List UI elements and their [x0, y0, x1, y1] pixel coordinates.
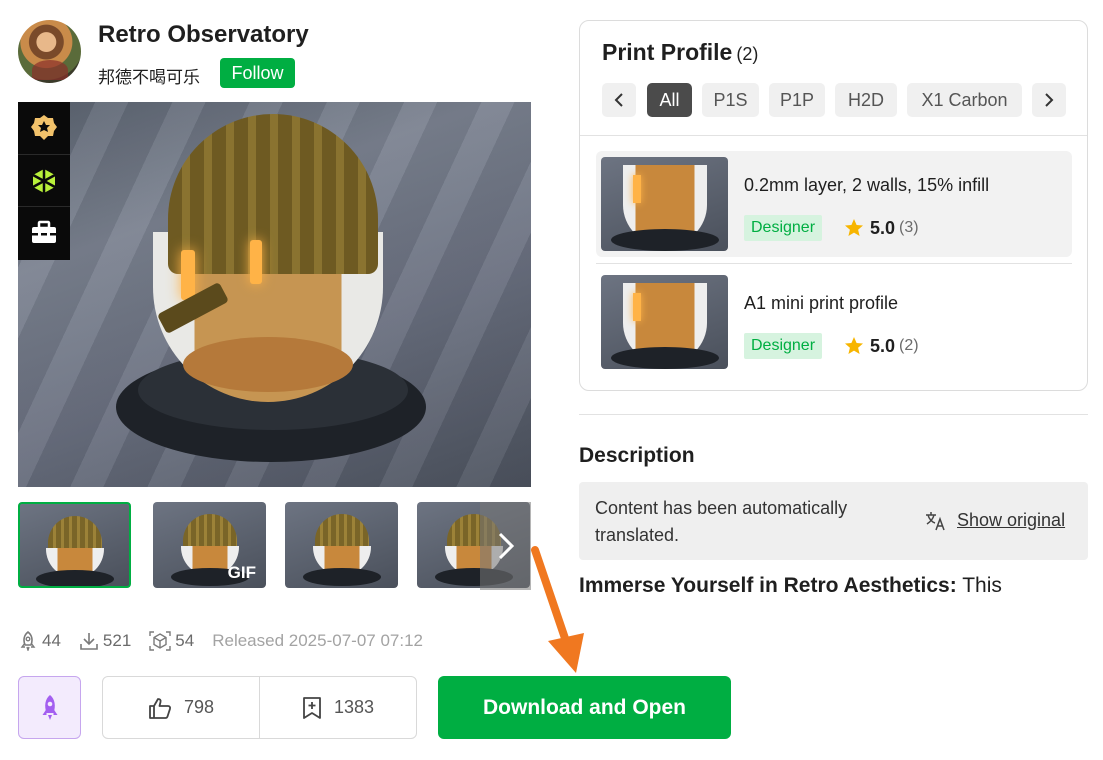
gallery-thumbnail[interactable]: GIF: [153, 502, 266, 588]
translation-notice: Content has been automatically translate…: [579, 482, 1088, 560]
profile-item[interactable]: A1 mini print profile Designer 5.0 (2): [596, 269, 1072, 375]
profile-rating: 5.0 (2): [844, 333, 919, 359]
profile-item[interactable]: 0.2mm layer, 2 walls, 15% infill Designe…: [596, 151, 1072, 257]
rating-count: (3): [899, 219, 919, 236]
model-stats: 44 521 54 Released 2025-07-07 07:12: [18, 628, 423, 654]
main-model-image[interactable]: [18, 102, 531, 487]
rating-score: 5.0: [870, 335, 896, 356]
print-profile-card: Print Profile (2) All P1S P1P H2D X1 Carb…: [579, 20, 1088, 391]
annotation-arrow-icon: [531, 546, 584, 673]
show-original-label: Show original: [957, 510, 1066, 530]
profile-name: A1 mini print profile: [744, 293, 899, 313]
gallery-thumbnail[interactable]: [285, 502, 398, 588]
filter-chip-p1s[interactable]: P1S: [702, 83, 759, 117]
filter-chip-all[interactable]: All: [647, 83, 692, 117]
rating-count: (2): [899, 337, 919, 354]
chevron-left-icon: [614, 93, 623, 107]
profile-count: (2): [736, 44, 759, 64]
print-count: 54: [175, 631, 195, 650]
profile-name: 0.2mm layer, 2 walls, 15% infill: [744, 175, 990, 195]
rating-score: 5.0: [870, 217, 896, 238]
description-title: Description: [579, 444, 695, 467]
designer-badge: Designer: [744, 215, 822, 241]
profile-rating: 5.0 (3): [844, 215, 919, 241]
filter-chip-x1-carbon[interactable]: X1 Carbon: [907, 83, 1022, 117]
download-count: 521: [102, 631, 132, 650]
profile-thumbnail: [601, 275, 728, 369]
description-text: Immerse Yourself in Retro Aesthetics: Th…: [579, 574, 1002, 598]
description-lead-text: This: [956, 574, 1002, 597]
filter-chip-h2d[interactable]: H2D: [835, 83, 897, 117]
release-date: Released 2025-07-07 07:12: [212, 631, 423, 650]
collect-button[interactable]: 1383: [259, 677, 416, 738]
boost-stat: 44: [18, 631, 61, 651]
filter-scroll-right-button[interactable]: [1032, 83, 1066, 117]
download-icon: [80, 633, 98, 650]
award-badge-icon[interactable]: [18, 102, 70, 154]
translate-icon: [926, 511, 945, 530]
description-lead-bold: Immerse Yourself in Retro Aesthetics:: [579, 574, 957, 597]
rocket-icon: [20, 631, 36, 651]
toolbox-icon[interactable]: [18, 206, 70, 258]
rocket-icon: [42, 694, 57, 720]
3d-view-icon[interactable]: [18, 154, 70, 206]
author-name[interactable]: 邦德不喝可乐: [98, 63, 200, 88]
download-stat: 521: [79, 631, 131, 651]
gif-badge: GIF: [227, 563, 256, 582]
filter-scroll-left-button[interactable]: [602, 83, 636, 117]
chevron-right-icon: [1045, 93, 1054, 107]
translation-message: Content has been automatically translate…: [595, 498, 848, 545]
print-stat: 54: [149, 631, 194, 651]
bookmark-add-icon: [303, 696, 321, 719]
boost-button[interactable]: [18, 676, 81, 739]
section-divider: [579, 414, 1088, 415]
image-side-toolbar: [18, 102, 70, 260]
gallery-next-button[interactable]: [480, 502, 531, 590]
like-count: 798: [183, 697, 215, 717]
thumbs-up-icon: [149, 697, 171, 719]
like-button[interactable]: 798: [103, 677, 259, 738]
designer-badge: Designer: [744, 333, 822, 359]
boost-count: 44: [42, 631, 61, 650]
model-title: Retro Observatory: [98, 21, 309, 48]
star-icon: [845, 337, 863, 354]
show-original-link[interactable]: Show original: [925, 510, 1065, 531]
print-profile-title: Print Profile (2): [602, 39, 759, 65]
follow-button[interactable]: Follow: [220, 58, 295, 88]
gallery-thumbnail[interactable]: [18, 502, 131, 588]
download-and-open-button[interactable]: Download and Open: [438, 676, 731, 739]
profile-thumbnail: [601, 157, 728, 251]
chevron-right-icon: [498, 532, 514, 560]
star-icon: [845, 219, 863, 236]
collect-count: 1383: [333, 697, 375, 717]
cube-print-icon: [149, 631, 171, 651]
social-actions: 798 1383: [102, 676, 417, 739]
author-avatar[interactable]: [18, 20, 81, 83]
filter-chip-p1p[interactable]: P1P: [769, 83, 825, 117]
